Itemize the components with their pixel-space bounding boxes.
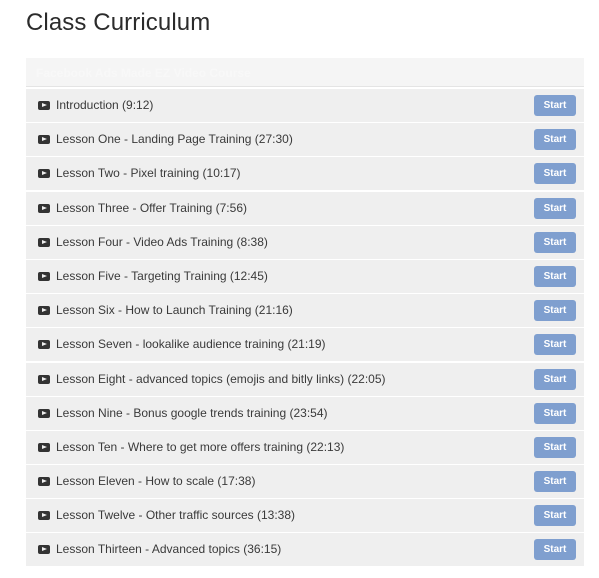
start-button[interactable]: Start <box>534 539 576 561</box>
start-button[interactable]: Start <box>534 368 576 390</box>
play-icon <box>38 169 50 179</box>
start-button[interactable]: Start <box>534 95 576 116</box>
play-icon <box>38 271 50 281</box>
section-title: Facebook Ads Made EZ Video Course <box>36 66 251 80</box>
start-button[interactable]: Start <box>534 471 576 493</box>
lesson-title[interactable]: Lesson Seven - lookalike audience traini… <box>56 337 326 351</box>
lesson-row[interactable]: Lesson Ten - Where to get more offers tr… <box>26 430 584 465</box>
play-icon <box>38 442 50 452</box>
section-header: Facebook Ads Made EZ Video Course <box>26 58 584 87</box>
lesson-row[interactable]: Lesson Eleven - How to scale (17:38) Sta… <box>26 465 584 500</box>
lesson-row[interactable]: Lesson Three - Offer Training (7:56) Sta… <box>26 191 584 226</box>
play-icon <box>38 545 50 555</box>
lesson-row[interactable]: Lesson Six - How to Launch Training (21:… <box>26 294 584 329</box>
lesson-title[interactable]: Lesson Five - Targeting Training (12:45) <box>56 269 268 283</box>
lesson-row[interactable]: Lesson Seven - lookalike audience traini… <box>26 328 584 363</box>
start-button[interactable]: Start <box>534 300 576 322</box>
lesson-title[interactable]: Lesson One - Landing Page Training (27:3… <box>56 132 293 146</box>
start-button[interactable]: Start <box>534 402 576 424</box>
lesson-row[interactable]: Lesson Four - Video Ads Training (8:38) … <box>26 225 584 260</box>
page-title: Class Curriculum <box>26 9 211 36</box>
play-icon <box>38 237 50 247</box>
lesson-row[interactable]: Lesson Thirteen - Advanced topics (36:15… <box>26 533 584 568</box>
lesson-title[interactable]: Lesson Four - Video Ads Training (8:38) <box>56 235 268 249</box>
play-icon <box>38 511 50 521</box>
lesson-row[interactable]: Lesson Two - Pixel training (10:17) Star… <box>26 157 584 192</box>
lesson-title[interactable]: Lesson Ten - Where to get more offers tr… <box>56 440 344 454</box>
lesson-row[interactable]: Lesson One - Landing Page Training (27:3… <box>26 123 584 158</box>
play-icon <box>38 374 50 384</box>
lesson-title[interactable]: Lesson Thirteen - Advanced topics (36:15… <box>56 542 281 556</box>
start-button[interactable]: Start <box>534 231 576 253</box>
play-icon <box>38 477 50 487</box>
lesson-row[interactable]: Lesson Twelve - Other traffic sources (1… <box>26 499 584 534</box>
lesson-title[interactable]: Lesson Nine - Bonus google trends traini… <box>56 406 328 420</box>
lesson-row[interactable]: Lesson Five - Targeting Training (12:45)… <box>26 259 584 294</box>
lesson-row[interactable]: Introduction (9:12) Start <box>26 89 584 123</box>
start-button[interactable]: Start <box>534 265 576 287</box>
start-button[interactable]: Start <box>534 163 576 185</box>
play-icon <box>38 306 50 316</box>
lesson-title[interactable]: Lesson Eight - advanced topics (emojis a… <box>56 372 386 386</box>
start-button[interactable]: Start <box>534 505 576 527</box>
start-button[interactable]: Start <box>534 334 576 356</box>
start-button[interactable]: Start <box>534 436 576 458</box>
lesson-title[interactable]: Lesson Three - Offer Training (7:56) <box>56 201 247 215</box>
lesson-list: Introduction (9:12) Start Lesson One - L… <box>26 89 584 568</box>
play-icon <box>38 340 50 350</box>
start-button[interactable]: Start <box>534 197 576 219</box>
lesson-title[interactable]: Lesson Six - How to Launch Training (21:… <box>56 303 293 317</box>
lesson-title[interactable]: Lesson Two - Pixel training (10:17) <box>56 166 241 180</box>
play-icon <box>38 101 50 110</box>
lesson-title[interactable]: Lesson Twelve - Other traffic sources (1… <box>56 508 295 522</box>
play-icon <box>38 408 50 418</box>
lesson-title[interactable]: Introduction (9:12) <box>56 98 153 112</box>
start-button[interactable]: Start <box>534 129 576 151</box>
play-icon <box>38 203 50 213</box>
play-icon <box>38 135 50 145</box>
lesson-title[interactable]: Lesson Eleven - How to scale (17:38) <box>56 474 255 488</box>
lesson-row[interactable]: Lesson Eight - advanced topics (emojis a… <box>26 362 584 397</box>
lesson-row[interactable]: Lesson Nine - Bonus google trends traini… <box>26 396 584 431</box>
